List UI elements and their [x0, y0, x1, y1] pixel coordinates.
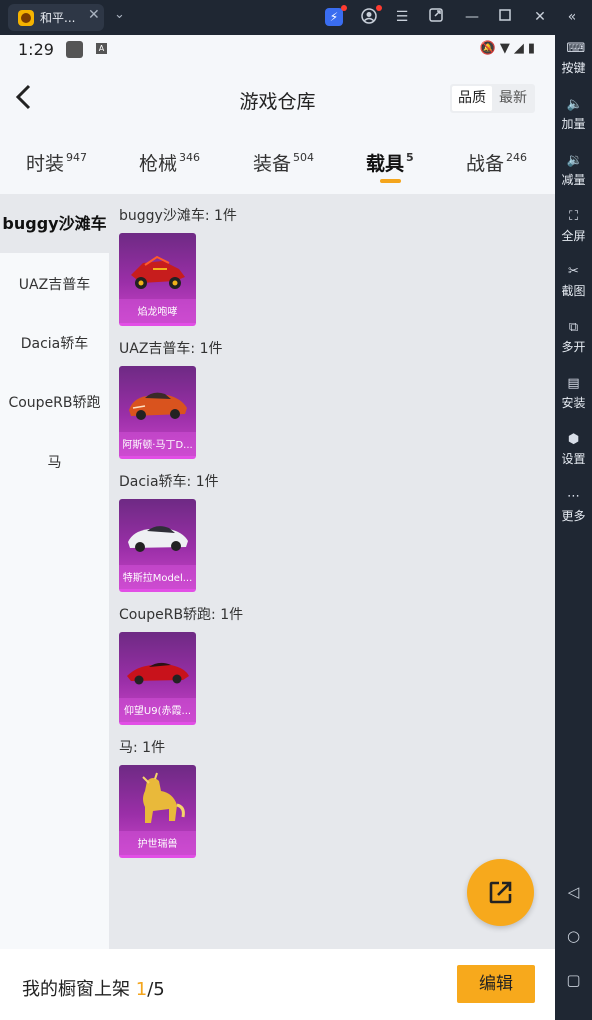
- showcase-bar: 我的橱窗上架 1/5 编辑: [0, 949, 555, 1020]
- apk-icon: ▤: [567, 376, 580, 391]
- close-icon[interactable]: ✕: [531, 8, 549, 26]
- app-icon: [18, 10, 34, 26]
- sidebar-item-install-apk[interactable]: ▤ 安装: [555, 377, 592, 411]
- orange-car-icon: [129, 392, 187, 420]
- tab-weapons[interactable]: 枪械 346: [139, 149, 200, 176]
- sort-quality-button[interactable]: 品质: [452, 86, 492, 111]
- item-name: 特斯拉Model...: [122, 573, 193, 584]
- menu-icon[interactable]: ☰: [393, 8, 411, 26]
- item-name: 护世瑞兽: [137, 839, 178, 850]
- sort-toggle: 品质 最新: [450, 84, 535, 113]
- sidenav-item-horse[interactable]: 马: [0, 452, 109, 472]
- tab-costume[interactable]: 时装 947: [26, 149, 87, 176]
- sidebar-item-keymap[interactable]: ⌨ 按键: [555, 42, 592, 76]
- multi-window-icon: ⧉: [568, 320, 579, 335]
- signal-icon: ◢: [513, 41, 528, 56]
- item-card[interactable]: 阿斯顿·马丁D...: [119, 366, 196, 459]
- volume-down-icon: 🔉: [566, 153, 583, 168]
- app-tab[interactable]: 和平... ✕: [8, 4, 104, 31]
- active-tab-indicator: [380, 179, 401, 183]
- item-card[interactable]: 特斯拉Model...: [119, 499, 196, 592]
- group-label: 马: 1件: [119, 740, 166, 756]
- nav-home-icon[interactable]: ○: [555, 927, 592, 945]
- category-tabs: 时装 947 枪械 346 装备 504 载具 5 战备 246: [0, 143, 555, 193]
- notification-dot: [341, 5, 347, 11]
- sort-newest-button[interactable]: 最新: [493, 86, 533, 111]
- user-icon[interactable]: [360, 5, 382, 26]
- golden-horse-icon: [142, 772, 185, 823]
- tab-close-icon[interactable]: ✕: [88, 7, 100, 23]
- nav-back-icon[interactable]: ◁: [555, 883, 592, 901]
- notification-dot: [376, 5, 382, 11]
- status-icons: 🔕▼◢▮: [480, 41, 539, 56]
- item-name: 仰望U9(赤霞...: [123, 706, 192, 717]
- minimize-icon[interactable]: —: [463, 8, 481, 26]
- vehicle-list: buggy沙滩车 UAZ吉普车 Dacia轿车 CoupeRB轿跑 马 bugg…: [0, 194, 555, 949]
- sidebar-item-multi-instance[interactable]: ⧉ 多开: [555, 321, 592, 355]
- sidebar-item-volume-down[interactable]: 🔉 减量: [555, 154, 592, 188]
- chevron-down-icon[interactable]: ⌄: [114, 7, 125, 22]
- sidebar-item-fullscreen[interactable]: ⛶ 全屏: [555, 210, 592, 244]
- tab-war-prep[interactable]: 战备 246: [466, 149, 527, 176]
- sidenav-item-dacia[interactable]: Dacia轿车: [0, 333, 109, 353]
- mute-icon: 🔕: [479, 41, 500, 56]
- share-out-icon: [489, 881, 512, 904]
- fullscreen-icon: ⛶: [568, 209, 579, 224]
- emulator-sidebar: ⌨ 按键 🔈 加量 🔉 减量 ⛶ 全屏 ✂ 截图 ⧉ 多开 ▤ 安装 ⬢ 设置 …: [555, 35, 592, 1020]
- item-card[interactable]: 焰龙咆哮: [119, 233, 196, 326]
- more-icon: ⋯: [567, 489, 580, 504]
- volume-up-icon: 🔈: [566, 97, 583, 112]
- bolt-icon[interactable]: ⚡: [325, 5, 347, 26]
- sidenav-item-couperb[interactable]: CoupeRB轿跑: [0, 392, 109, 412]
- keyboard-a-icon: A: [96, 43, 107, 54]
- page-header: 游戏仓库 品质 最新: [0, 67, 555, 131]
- nav-recents-icon[interactable]: ▢: [555, 971, 592, 989]
- sidebar-item-volume-up[interactable]: 🔈 加量: [555, 98, 592, 132]
- sidebar-item-more[interactable]: ⋯ 更多: [555, 490, 592, 524]
- status-time: 1:29: [18, 40, 54, 59]
- notification-square-icon: [66, 41, 83, 58]
- group-label: CoupeRB轿跑: 1件: [119, 607, 244, 623]
- vehicle-type-nav: buggy沙滩车 UAZ吉普车 Dacia轿车 CoupeRB轿跑 马: [0, 194, 109, 949]
- item-name: 阿斯顿·马丁D...: [122, 440, 193, 451]
- gear-icon: ⬢: [567, 432, 580, 447]
- scissors-icon: ✂: [568, 264, 579, 279]
- item-card[interactable]: 护世瑞兽: [119, 765, 196, 858]
- maximize-icon[interactable]: [496, 8, 514, 26]
- wifi-icon: ▼: [499, 41, 514, 56]
- showcase-count: 我的橱窗上架 1/5: [22, 979, 165, 1000]
- red-car-icon: [127, 662, 189, 685]
- group-label: Dacia轿车: 1件: [119, 474, 219, 490]
- sidebar-item-screenshot[interactable]: ✂ 截图: [555, 265, 592, 299]
- tab-equipment[interactable]: 装备 504: [253, 149, 314, 176]
- popout-icon[interactable]: [427, 8, 445, 26]
- sidebar-item-settings[interactable]: ⬢ 设置: [555, 433, 592, 467]
- phone-screen: 1:29 A 🔕▼◢▮ 游戏仓库 品质 最新 时装 947 枪械 346 装备 504…: [0, 35, 555, 1020]
- group-label: UAZ吉普车: 1件: [119, 341, 223, 357]
- collapse-sidebar-icon[interactable]: «: [563, 8, 581, 26]
- tab-vehicles[interactable]: 载具 5: [366, 149, 414, 176]
- tab-title: 和平...: [40, 11, 76, 25]
- share-fab-button[interactable]: [467, 859, 534, 926]
- group-label: buggy沙滩车: 1件: [119, 208, 237, 224]
- white-car-icon: [128, 526, 188, 552]
- item-name: 焰龙咆哮: [137, 307, 178, 318]
- keyboard-icon: ⌨: [566, 41, 586, 56]
- buggy-icon: [131, 255, 185, 289]
- edit-button[interactable]: 编辑: [457, 965, 535, 1003]
- status-bar: 1:29 A 🔕▼◢▮: [0, 35, 555, 67]
- item-card[interactable]: 仰望U9(赤霞...: [119, 632, 196, 725]
- window-titlebar: 和平... ✕ ⌄ ⚡ ☰ — ✕ «: [0, 0, 592, 35]
- sidenav-item-uaz[interactable]: UAZ吉普车: [0, 274, 109, 294]
- battery-icon: ▮: [527, 41, 539, 56]
- sidenav-item-buggy[interactable]: buggy沙滩车: [0, 194, 109, 253]
